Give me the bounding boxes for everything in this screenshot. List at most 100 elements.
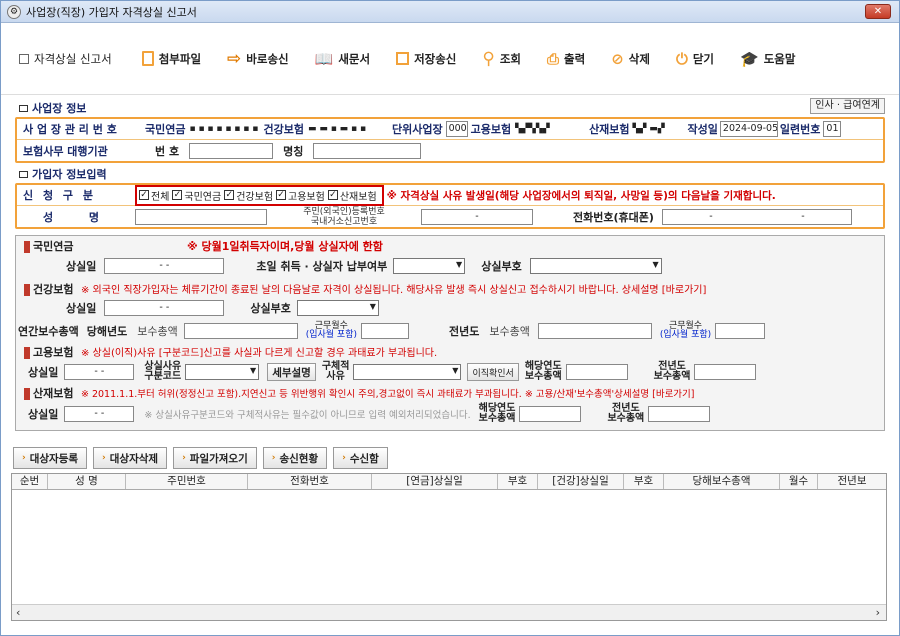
horizontal-scrollbar[interactable]: ‹ › xyxy=(12,604,886,620)
book-icon: 📖 xyxy=(314,49,334,68)
health-last-work-months-input[interactable] xyxy=(715,323,766,339)
col-phone[interactable]: 전화번호 xyxy=(248,474,372,489)
app-icon: ⚙ xyxy=(7,4,21,19)
checkbox-employ[interactable]: ✓ 고용보험 xyxy=(276,188,325,203)
send-status-button[interactable]: › 송신현황 xyxy=(262,447,328,469)
name-label: 성 명 xyxy=(42,210,116,224)
delete-button[interactable]: ⊘ 삭제 xyxy=(611,50,650,68)
phone-input[interactable]: -- xyxy=(661,208,852,225)
health-fields-row: 상실일 - - 상실부호 xyxy=(24,300,876,316)
register-target-button[interactable]: › 대상자등록 xyxy=(13,447,88,469)
employ-reason-select[interactable] xyxy=(185,364,260,380)
main-window: ⚙ 사업장(직장) 가입자 자격상실 신고서 ✕ 자격상실 신고서 첨부파일 ⇨… xyxy=(0,0,900,636)
detail-explain-button[interactable]: 세부설명 xyxy=(267,363,316,381)
close-button[interactable]: ⏻ 닫기 xyxy=(676,50,714,68)
phone-label: 전화번호(휴대폰) xyxy=(573,210,654,224)
col-resident-no[interactable]: 주민번호 xyxy=(126,474,248,489)
inbox-button[interactable]: › 수신함 xyxy=(333,447,388,469)
accident-cur-pay-input[interactable] xyxy=(519,406,582,422)
employ-note: ※ 상실(이직)사유 [구분코드]신고를 사실과 다르게 신고할 경우 과태료가… xyxy=(80,348,438,359)
col-pension-code[interactable]: 부호 xyxy=(498,474,538,489)
arrow-icon: › xyxy=(182,453,186,463)
health-code-select[interactable] xyxy=(296,300,379,316)
pension-mgmt-value: ▪ ▪ ▪ ▪ ▪ ▪ ▪ ▪ xyxy=(189,124,259,134)
accident-loss-date-input[interactable]: - - xyxy=(64,406,135,422)
search-button[interactable]: ⚲ 조회 xyxy=(482,49,521,69)
pension-title: 국민연금 xyxy=(33,240,74,253)
form-name-label: 자격상실 신고서 xyxy=(19,51,112,67)
insurance-details-box: 국민연금 ※ 당월1일취득자이며,당월 상실자에 한함 상실일 - - 초일 취… xyxy=(15,235,885,431)
arrow-icon: › xyxy=(342,453,346,463)
remove-target-button[interactable]: › 대상자삭제 xyxy=(93,447,168,469)
checkbox-health[interactable]: ✓ 건강보험 xyxy=(224,188,273,203)
print-button[interactable]: ⎙ 출력 xyxy=(547,50,585,68)
save-send-button[interactable]: 저장송신 xyxy=(396,51,456,67)
import-file-button[interactable]: › 파일가져오기 xyxy=(173,447,257,469)
insurance-checkbox-group: ✓ 전체 ✓ 국민연금 ✓ 건강보험 ✓ 고용보험 ✓ 산재보험 xyxy=(135,184,384,206)
hr-payroll-link-button[interactable]: 인사 · 급여연계 xyxy=(810,98,885,114)
scroll-left-icon[interactable]: ‹ xyxy=(16,606,20,619)
accident-prev-pay-input[interactable] xyxy=(648,406,711,422)
accident-title-row: 산재보험 ※ 2011.1.1.부터 허위(정정신고 포함).지연신고 등 위반… xyxy=(24,385,876,401)
agency-number-input[interactable] xyxy=(189,142,274,159)
pension-first-pay-select[interactable] xyxy=(393,258,466,274)
new-doc-button[interactable]: 📖 새문서 xyxy=(315,50,370,68)
col-seq[interactable]: 순번 xyxy=(12,474,48,489)
attach-icon xyxy=(141,51,154,66)
pin-icon: ⚲ xyxy=(482,48,495,69)
agency-name-label: 명칭 xyxy=(283,144,304,158)
scroll-right-icon[interactable]: › xyxy=(876,606,880,619)
col-this-year-pay[interactable]: 당해보수총액 xyxy=(664,474,780,489)
annual-pay-label: 연간보수총액 xyxy=(18,325,79,338)
last-year-label: 전년도 xyxy=(449,325,480,338)
loss-date-notice: ※ 자격상실 사유 발생일(해당 사업장에서의 퇴직일, 사망일 등)의 다음날… xyxy=(386,189,776,202)
target-list-grid[interactable]: 순번 성 명 주민번호 전화번호 [연금]상실일 부호 [건강]상실일 부호 당… xyxy=(11,473,887,621)
pension-loss-date-input[interactable]: - - xyxy=(104,258,225,274)
name-input[interactable] xyxy=(135,208,267,225)
pension-first-pay-label: 초일 취득 · 상실자 납부여부 xyxy=(256,260,388,273)
serial-input[interactable]: 01 xyxy=(823,121,842,137)
checkbox-pension[interactable]: ✓ 국민연금 xyxy=(172,188,221,203)
unit-workplace-input[interactable]: 000 xyxy=(445,121,468,137)
accident-title: 산재보험 xyxy=(33,387,74,400)
health-title: 건강보험 xyxy=(33,283,74,296)
health-loss-date-input[interactable]: - - xyxy=(104,300,225,316)
employ-cur-pay-input[interactable] xyxy=(565,364,628,380)
accident-fields-row: 상실일 - - ※ 상실사유구분코드와 구체적사유는 필수값이 아니므로 입력 … xyxy=(24,404,876,424)
col-health-code[interactable]: 부호 xyxy=(624,474,664,489)
workplace-header-row: 사업장 정보 인사 · 급여연계 xyxy=(15,97,885,117)
col-last-year-pay[interactable]: 전년보 xyxy=(818,474,886,489)
attach-button[interactable]: 첨부파일 xyxy=(141,51,201,67)
action-button-bar: › 대상자등록 › 대상자삭제 › 파일가져오기 › 송신현황 › 수신함 xyxy=(13,447,394,469)
health-this-year-pay-input[interactable] xyxy=(183,323,298,339)
checkbox-all[interactable]: ✓ 전체 xyxy=(139,188,169,203)
health-mgmt-value: ▬ ▬ ▪ ▬ ▪ ▪ xyxy=(307,124,367,134)
checkbox-accident[interactable]: ✓ 산재보험 xyxy=(327,188,377,203)
date-input[interactable]: 2024-09-05 xyxy=(719,121,778,137)
col-name[interactable]: 성 명 xyxy=(48,474,126,489)
employ-label: 고용보험 xyxy=(470,123,512,136)
employ-prev-pay-input[interactable] xyxy=(694,364,757,380)
direct-send-button[interactable]: ⇨ 바로송신 xyxy=(227,49,289,69)
col-health-loss-date[interactable]: [건강]상실일 xyxy=(538,474,624,489)
pension-title-row: 국민연금 ※ 당월1일취득자이며,당월 상실자에 한함 xyxy=(24,238,876,254)
employ-title: 고용보험 xyxy=(33,346,74,359)
serial-label: 일련번호 xyxy=(779,123,821,136)
workplace-row-1: 사 업 장 관 리 번 호 국민연금 ▪ ▪ ▪ ▪ ▪ ▪ ▪ ▪ 건강보험 … xyxy=(17,119,883,140)
close-window-button[interactable]: ✕ xyxy=(865,4,891,19)
col-months[interactable]: 월수 xyxy=(780,474,818,489)
separation-confirm-button[interactable]: 이직확인서 xyxy=(467,363,519,381)
agency-label: 보험사무 대행기관 xyxy=(23,144,108,158)
health-work-months-input[interactable] xyxy=(361,323,409,339)
accident-label: 산재보험 xyxy=(589,123,630,136)
health-last-year-pay-input[interactable] xyxy=(537,323,652,339)
employ-loss-date-input[interactable]: - - xyxy=(64,364,135,380)
employ-concrete-select[interactable] xyxy=(353,364,462,380)
employ-title-row: 고용보험 ※ 상실(이직)사유 [구분코드]신고를 사실과 다르게 신고할 경우… xyxy=(24,344,876,360)
agency-name-input[interactable] xyxy=(313,142,422,159)
id-number-input[interactable]: - xyxy=(421,208,533,225)
pension-code-select[interactable] xyxy=(529,258,662,274)
accident-cur-pay-label: 해당연도 보수총액 xyxy=(478,403,516,424)
col-pension-loss-date[interactable]: [연금]상실일 xyxy=(372,474,498,489)
help-button[interactable]: 🎓 도움말 xyxy=(740,50,795,68)
